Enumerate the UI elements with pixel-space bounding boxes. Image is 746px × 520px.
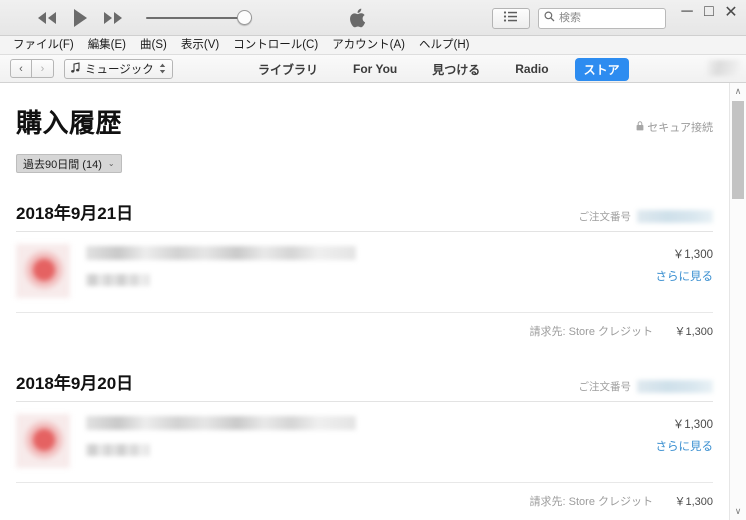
order-number-value-redacted <box>637 380 713 393</box>
order-total: ￥1,300 <box>674 326 713 338</box>
maximize-button[interactable]: □ <box>698 3 720 21</box>
menu-bar: ファイル(F) 編集(E) 曲(S) 表示(V) コントロール(C) アカウント… <box>0 36 746 55</box>
menu-item-song[interactable]: 曲(S) <box>133 36 174 55</box>
order-footer: 請求先: Store クレジット ￥1,300 <box>16 483 713 513</box>
chevron-down-icon: ⌄ <box>107 159 115 168</box>
playback-controls <box>36 8 124 28</box>
order-header: 2018年9月20日 ご注文番号 <box>16 369 713 402</box>
table-row[interactable]: ￥1,300 さらに見る <box>16 402 713 483</box>
menu-item-file[interactable]: ファイル(F) <box>6 36 81 55</box>
item-subtitle-redacted <box>86 274 150 286</box>
play-icon[interactable] <box>72 8 88 28</box>
minimize-button[interactable]: ─ <box>676 3 698 21</box>
back-button[interactable]: ‹ <box>10 59 32 78</box>
item-subtitle-redacted <box>86 444 150 456</box>
menu-item-view[interactable]: 表示(V) <box>174 36 226 55</box>
vertical-scrollbar[interactable]: ∧ ∨ <box>729 83 746 520</box>
list-icon <box>503 9 519 27</box>
order-header: 2018年9月21日 ご注文番号 <box>16 199 713 232</box>
order-group: 2018年9月21日 ご注文番号 ￥1,300 さらに見る 請求先: Store… <box>16 199 713 343</box>
item-title-redacted <box>86 246 356 260</box>
window-controls: ─ □ ✕ <box>676 0 742 36</box>
tab-store[interactable]: ストア <box>574 57 629 81</box>
tab-browse[interactable]: 見つける <box>423 58 489 81</box>
item-price: ￥1,300 <box>672 249 713 261</box>
account-name-redacted[interactable] <box>707 60 740 76</box>
item-details <box>70 414 603 456</box>
search-box[interactable] <box>538 7 666 29</box>
purchase-history-page: 購入履歴 セキュア接続 過去90日間 (14) ⌄ 2018年9月21日 ご注文… <box>0 83 729 513</box>
library-selector[interactable]: ミュージック <box>64 58 173 79</box>
title-bar-right: ─ □ ✕ <box>492 0 746 36</box>
scroll-up-button[interactable]: ∧ <box>730 83 746 100</box>
library-selector-label: ミュージック <box>85 63 154 76</box>
scroll-down-button[interactable]: ∨ <box>730 503 746 520</box>
tab-radio[interactable]: Radio <box>506 59 557 79</box>
billed-to-label: 請求先: Store クレジット <box>529 496 653 508</box>
item-price: ￥1,300 <box>672 419 713 431</box>
search-icon <box>544 9 555 27</box>
item-details <box>70 244 603 286</box>
see-more-link[interactable]: さらに見る <box>603 438 714 454</box>
order-date: 2018年9月20日 <box>16 374 134 393</box>
date-range-label: 過去90日間 (14) <box>23 158 102 171</box>
date-range-select[interactable]: 過去90日間 (14) ⌄ <box>16 154 122 173</box>
table-row[interactable]: ￥1,300 さらに見る <box>16 232 713 313</box>
secure-connection-indicator: セキュア接続 <box>636 119 713 140</box>
tab-for-you[interactable]: For You <box>344 59 406 79</box>
order-number-label: ご注文番号 <box>578 381 632 393</box>
apple-logo <box>349 8 366 28</box>
forward-button[interactable]: › <box>32 59 54 78</box>
billed-to-label: 請求先: Store クレジット <box>529 326 653 338</box>
order-number-value-redacted <box>637 210 713 223</box>
item-artwork-redacted <box>16 414 70 468</box>
fast-forward-icon[interactable] <box>102 11 124 25</box>
content-area: 購入履歴 セキュア接続 過去90日間 (14) ⌄ 2018年9月21日 ご注文… <box>0 83 746 520</box>
music-note-icon <box>71 61 80 76</box>
volume-knob[interactable] <box>237 9 252 25</box>
order-number: ご注文番号 <box>578 209 713 224</box>
order-total: ￥1,300 <box>674 496 713 508</box>
rewind-icon[interactable] <box>36 11 58 25</box>
scrollbar-thumb[interactable] <box>732 101 744 199</box>
secure-connection-label: セキュア接続 <box>647 122 713 134</box>
order-footer: 請求先: Store クレジット ￥1,300 <box>16 313 713 343</box>
item-artwork-redacted <box>16 244 70 298</box>
menu-item-help[interactable]: ヘルプ(H) <box>412 36 476 55</box>
order-group: 2018年9月20日 ご注文番号 ￥1,300 さらに見る 請求先: Store… <box>16 369 713 513</box>
menu-item-controls[interactable]: コントロール(C) <box>226 36 325 55</box>
item-price-block: ￥1,300 さらに見る <box>603 414 714 454</box>
tab-library[interactable]: ライブラリ <box>249 58 327 81</box>
item-price-block: ￥1,300 さらに見る <box>603 244 714 284</box>
page-title: 購入履歴 <box>16 108 123 138</box>
item-title-redacted <box>86 416 356 430</box>
menu-item-account[interactable]: アカウント(A) <box>325 36 412 55</box>
store-tabs: ライブラリ For You 見つける Radio ストア <box>249 55 629 83</box>
filter-row: 過去90日間 (14) ⌄ <box>16 154 713 173</box>
navigation-bar: ‹ › ミュージック ライブラリ For You 見つける Radio ストア <box>0 55 746 83</box>
page-header: 購入履歴 セキュア接続 <box>16 83 713 140</box>
order-number: ご注文番号 <box>578 379 713 394</box>
search-input[interactable] <box>559 12 660 24</box>
close-button[interactable]: ✕ <box>720 3 742 21</box>
order-date: 2018年9月21日 <box>16 204 134 223</box>
lock-icon <box>636 120 644 134</box>
menu-item-edit[interactable]: 編集(E) <box>81 36 133 55</box>
volume-slider[interactable] <box>146 9 252 26</box>
chevron-updown-icon <box>159 63 166 75</box>
see-more-link[interactable]: さらに見る <box>603 268 714 284</box>
order-number-label: ご注文番号 <box>578 211 632 223</box>
list-view-button[interactable] <box>492 7 530 29</box>
history-nav: ‹ › <box>10 59 54 78</box>
title-bar: ─ □ ✕ <box>0 0 746 36</box>
